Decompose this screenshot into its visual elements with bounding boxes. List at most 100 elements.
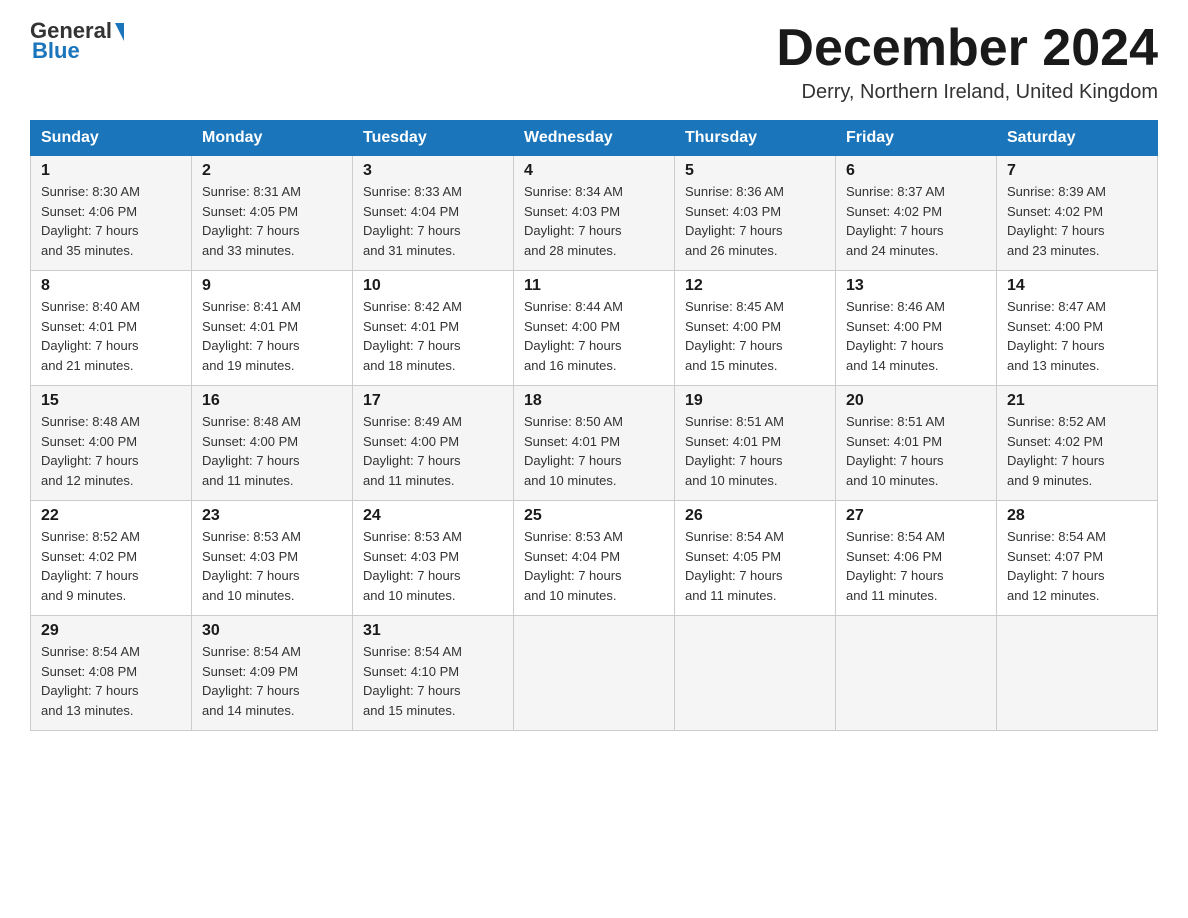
day-info: Sunrise: 8:51 AMSunset: 4:01 PMDaylight:… <box>685 412 825 490</box>
calendar-cell: 3 Sunrise: 8:33 AMSunset: 4:04 PMDaylight… <box>353 156 514 271</box>
day-info: Sunrise: 8:54 AMSunset: 4:06 PMDaylight:… <box>846 527 986 605</box>
calendar-cell: 10 Sunrise: 8:42 AMSunset: 4:01 PMDayligh… <box>353 271 514 386</box>
day-info: Sunrise: 8:53 AMSunset: 4:03 PMDaylight:… <box>202 527 342 605</box>
calendar-cell: 9Sunrise: 8:41 AMSunset: 4:01 PMDaylight… <box>192 271 353 386</box>
day-number: 25 <box>524 507 664 525</box>
calendar-cell: 12 Sunrise: 8:45 AMSunset: 4:00 PMDayligh… <box>675 271 836 386</box>
calendar-cell: 5 Sunrise: 8:36 AMSunset: 4:03 PMDaylight… <box>675 156 836 271</box>
calendar-cell: 13Sunrise: 8:46 AMSunset: 4:00 PMDayligh… <box>836 271 997 386</box>
day-info: Sunrise: 8:42 AMSunset: 4:01 PMDaylight:… <box>363 297 503 375</box>
calendar-cell: 14Sunrise: 8:47 AMSunset: 4:00 PMDayligh… <box>997 271 1158 386</box>
day-info: Sunrise: 8:54 AMSunset: 4:08 PMDaylight:… <box>41 642 181 720</box>
calendar-cell: 2 Sunrise: 8:31 AMSunset: 4:05 PMDaylight… <box>192 156 353 271</box>
header-cell-thursday: Thursday <box>675 121 836 156</box>
calendar-body: 1Sunrise: 8:30 AMSunset: 4:06 PMDaylight… <box>31 156 1158 731</box>
day-info: Sunrise: 8:33 AMSunset: 4:04 PMDaylight:… <box>363 182 503 260</box>
calendar-cell: 30Sunrise: 8:54 AMSunset: 4:09 PMDayligh… <box>192 616 353 731</box>
day-number: 15 <box>41 392 181 410</box>
page-header: General Blue December 2024 Derry, Northe… <box>30 20 1158 104</box>
day-number: 28 <box>1007 507 1147 525</box>
day-number: 2 <box>202 162 342 180</box>
header-cell-wednesday: Wednesday <box>514 121 675 156</box>
day-number: 18 <box>524 392 664 410</box>
day-number: 14 <box>1007 277 1147 295</box>
day-number: 19 <box>685 392 825 410</box>
calendar-cell: 7 Sunrise: 8:39 AMSunset: 4:02 PMDaylight… <box>997 156 1158 271</box>
calendar-cell: 26 Sunrise: 8:54 AMSunset: 4:05 PMDayligh… <box>675 501 836 616</box>
calendar-cell: 23 Sunrise: 8:53 AMSunset: 4:03 PMDayligh… <box>192 501 353 616</box>
week-row-1: 1Sunrise: 8:30 AMSunset: 4:06 PMDaylight… <box>31 156 1158 271</box>
calendar-cell <box>675 616 836 731</box>
title-area: December 2024 Derry, Northern Ireland, U… <box>776 20 1158 104</box>
day-info: Sunrise: 8:39 AMSunset: 4:02 PMDaylight:… <box>1007 182 1147 260</box>
header-cell-sunday: Sunday <box>31 121 192 156</box>
day-info: Sunrise: 8:54 AMSunset: 4:07 PMDaylight:… <box>1007 527 1147 605</box>
week-row-4: 22 Sunrise: 8:52 AMSunset: 4:02 PMDayligh… <box>31 501 1158 616</box>
day-number: 23 <box>202 507 342 525</box>
logo: General Blue <box>30 20 124 64</box>
calendar-cell: 28 Sunrise: 8:54 AMSunset: 4:07 PMDayligh… <box>997 501 1158 616</box>
calendar-cell: 18 Sunrise: 8:50 AMSunset: 4:01 PMDayligh… <box>514 386 675 501</box>
calendar-table: SundayMondayTuesdayWednesdayThursdayFrid… <box>30 120 1158 731</box>
header-row: SundayMondayTuesdayWednesdayThursdayFrid… <box>31 121 1158 156</box>
logo-triangle-icon <box>115 23 124 41</box>
day-info: Sunrise: 8:50 AMSunset: 4:01 PMDaylight:… <box>524 412 664 490</box>
calendar-cell: 22 Sunrise: 8:52 AMSunset: 4:02 PMDayligh… <box>31 501 192 616</box>
location-subtitle: Derry, Northern Ireland, United Kingdom <box>776 81 1158 104</box>
day-info: Sunrise: 8:44 AMSunset: 4:00 PMDaylight:… <box>524 297 664 375</box>
calendar-cell: 15 Sunrise: 8:48 AMSunset: 4:00 PMDayligh… <box>31 386 192 501</box>
calendar-cell: 19 Sunrise: 8:51 AMSunset: 4:01 PMDayligh… <box>675 386 836 501</box>
day-info: Sunrise: 8:48 AMSunset: 4:00 PMDaylight:… <box>41 412 181 490</box>
calendar-header: SundayMondayTuesdayWednesdayThursdayFrid… <box>31 121 1158 156</box>
day-info: Sunrise: 8:36 AMSunset: 4:03 PMDaylight:… <box>685 182 825 260</box>
day-info: Sunrise: 8:34 AMSunset: 4:03 PMDaylight:… <box>524 182 664 260</box>
calendar-cell: 4 Sunrise: 8:34 AMSunset: 4:03 PMDaylight… <box>514 156 675 271</box>
day-info: Sunrise: 8:45 AMSunset: 4:00 PMDaylight:… <box>685 297 825 375</box>
day-number: 31 <box>363 622 503 640</box>
day-number: 20 <box>846 392 986 410</box>
header-cell-monday: Monday <box>192 121 353 156</box>
calendar-cell: 8 Sunrise: 8:40 AMSunset: 4:01 PMDaylight… <box>31 271 192 386</box>
day-number: 10 <box>363 277 503 295</box>
header-cell-friday: Friday <box>836 121 997 156</box>
calendar-cell: 6 Sunrise: 8:37 AMSunset: 4:02 PMDaylight… <box>836 156 997 271</box>
day-number: 4 <box>524 162 664 180</box>
calendar-cell: 1Sunrise: 8:30 AMSunset: 4:06 PMDaylight… <box>31 156 192 271</box>
day-number: 12 <box>685 277 825 295</box>
day-info: Sunrise: 8:48 AMSunset: 4:00 PMDaylight:… <box>202 412 342 490</box>
day-info: Sunrise: 8:31 AMSunset: 4:05 PMDaylight:… <box>202 182 342 260</box>
day-number: 5 <box>685 162 825 180</box>
day-info: Sunrise: 8:30 AMSunset: 4:06 PMDaylight:… <box>41 182 181 260</box>
day-info: Sunrise: 8:40 AMSunset: 4:01 PMDaylight:… <box>41 297 181 375</box>
week-row-3: 15 Sunrise: 8:48 AMSunset: 4:00 PMDayligh… <box>31 386 1158 501</box>
calendar-cell: 11 Sunrise: 8:44 AMSunset: 4:00 PMDayligh… <box>514 271 675 386</box>
calendar-cell: 17Sunrise: 8:49 AMSunset: 4:00 PMDayligh… <box>353 386 514 501</box>
day-number: 9 <box>202 277 342 295</box>
day-info: Sunrise: 8:51 AMSunset: 4:01 PMDaylight:… <box>846 412 986 490</box>
day-info: Sunrise: 8:53 AMSunset: 4:04 PMDaylight:… <box>524 527 664 605</box>
day-number: 24 <box>363 507 503 525</box>
day-number: 16 <box>202 392 342 410</box>
day-number: 13 <box>846 277 986 295</box>
day-number: 8 <box>41 277 181 295</box>
calendar-cell: 25 Sunrise: 8:53 AMSunset: 4:04 PMDayligh… <box>514 501 675 616</box>
day-info: Sunrise: 8:52 AMSunset: 4:02 PMDaylight:… <box>41 527 181 605</box>
week-row-2: 8 Sunrise: 8:40 AMSunset: 4:01 PMDaylight… <box>31 271 1158 386</box>
month-title: December 2024 <box>776 20 1158 77</box>
day-info: Sunrise: 8:54 AMSunset: 4:05 PMDaylight:… <box>685 527 825 605</box>
calendar-cell: 16 Sunrise: 8:48 AMSunset: 4:00 PMDayligh… <box>192 386 353 501</box>
calendar-cell: 29 Sunrise: 8:54 AMSunset: 4:08 PMDayligh… <box>31 616 192 731</box>
day-number: 29 <box>41 622 181 640</box>
day-number: 22 <box>41 507 181 525</box>
day-number: 6 <box>846 162 986 180</box>
day-number: 3 <box>363 162 503 180</box>
day-number: 27 <box>846 507 986 525</box>
day-number: 11 <box>524 277 664 295</box>
day-number: 26 <box>685 507 825 525</box>
day-info: Sunrise: 8:54 AMSunset: 4:10 PMDaylight:… <box>363 642 503 720</box>
calendar-cell <box>997 616 1158 731</box>
header-cell-tuesday: Tuesday <box>353 121 514 156</box>
day-info: Sunrise: 8:53 AMSunset: 4:03 PMDaylight:… <box>363 527 503 605</box>
day-number: 7 <box>1007 162 1147 180</box>
day-info: Sunrise: 8:37 AMSunset: 4:02 PMDaylight:… <box>846 182 986 260</box>
